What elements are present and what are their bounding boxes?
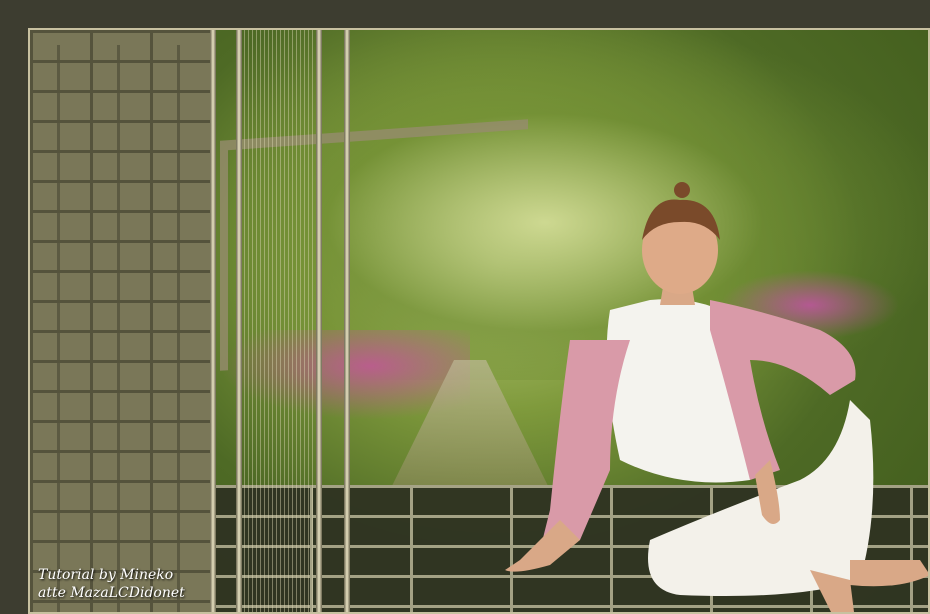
pink-jacket-left [540,340,630,550]
outer-frame: Tutorial by Mineko atte MazaLCDidonet [0,0,930,614]
pillar-bar [316,30,322,612]
artwork: Tutorial by Mineko atte MazaLCDidonet [28,28,930,614]
hair-bun [674,182,690,198]
vertical-stripes [240,30,320,612]
brick-wall-joints [30,45,210,612]
credit-line-1: Tutorial by Mineko [38,567,174,583]
pillar-bar [344,30,350,612]
foot [850,560,928,587]
credit-text: Tutorial by Mineko atte MazaLCDidonet [38,566,185,602]
seated-woman [505,182,928,612]
credit-line-2: atte MazaLCDidonet [38,585,185,601]
pillar-bar [210,30,216,612]
pillar-bar [236,30,242,612]
